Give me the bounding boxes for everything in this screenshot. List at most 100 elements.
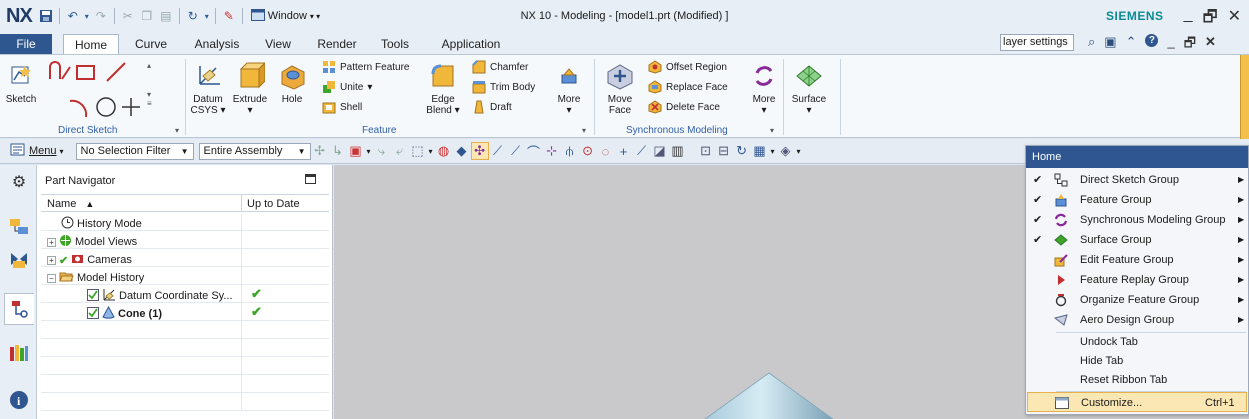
intersection-icon[interactable]: ⊹ — [543, 142, 561, 160]
undo-dropdown-icon[interactable]: ▾ — [84, 8, 90, 24]
visibility-checkbox[interactable] — [87, 288, 99, 304]
reuse-library-icon[interactable] — [8, 341, 30, 363]
tree-row[interactable]: + Model Views — [41, 231, 329, 249]
menu-item-reset-ribbon-tab[interactable]: Reset Ribbon Tab — [1026, 370, 1248, 390]
undo-icon[interactable]: ↶ — [65, 8, 81, 24]
chamfer-button[interactable]: Chamfer — [472, 58, 528, 76]
tab-analysis[interactable]: Analysis — [188, 34, 246, 54]
minimize-icon[interactable]: _ — [1184, 6, 1193, 33]
profile-icon[interactable] — [48, 61, 74, 83]
extrude-button[interactable]: Extrude ▾ — [230, 61, 270, 116]
sync-more-button[interactable]: More ▾ — [748, 61, 780, 116]
repeat-command-icon[interactable]: ↻ — [185, 8, 201, 24]
select-all-icon[interactable]: ◍ — [435, 142, 453, 160]
copy-icon[interactable]: ❐ — [139, 8, 155, 24]
feature-more-button[interactable]: More ▾ — [552, 61, 586, 116]
redo-icon[interactable]: ↷ — [93, 8, 109, 24]
menu-item-synchronous-modeling-group[interactable]: ✔ Synchronous Modeling Group ▶ — [1026, 210, 1248, 230]
chevron-down-icon[interactable]: ▾ — [365, 142, 373, 160]
close-icon[interactable]: ✕ — [1205, 34, 1216, 56]
end-point-icon[interactable]: ⟋ — [489, 142, 507, 160]
tree-row[interactable]: History Mode — [41, 213, 329, 231]
pattern-feature-button[interactable]: Pattern Feature — [322, 58, 409, 76]
offset-region-button[interactable]: Offset Region — [648, 58, 727, 76]
column-divider[interactable] — [241, 195, 242, 212]
general-selection-icon[interactable]: ✢ — [311, 142, 329, 160]
menu-button[interactable]: Menu ▾ — [10, 143, 64, 160]
orient-view-icon[interactable]: ▦ — [751, 142, 769, 160]
unite-button[interactable]: Unite ▾ — [322, 78, 372, 96]
control-point-icon[interactable]: ⫛ — [561, 142, 579, 160]
point-icon[interactable] — [119, 95, 143, 119]
edge-blend-button[interactable]: Edge Blend ▾ — [426, 61, 460, 116]
column-header-up-to-date[interactable]: Up to Date — [247, 198, 300, 210]
mid-point-icon[interactable]: ⟋ — [507, 142, 525, 160]
shell-button[interactable]: Shell — [322, 98, 362, 116]
settings-icon[interactable]: ⚙ — [8, 171, 30, 193]
collapse-icon[interactable]: − — [47, 273, 56, 283]
select-downstream-icon[interactable]: ⤶ — [391, 142, 409, 160]
quadrant-icon[interactable]: ◌ — [597, 142, 615, 160]
search-icon[interactable]: ⌕ — [1088, 34, 1095, 56]
tab-curve[interactable]: Curve — [127, 34, 175, 54]
paste-icon[interactable]: ▤ — [158, 8, 174, 24]
assembly-navigator-icon[interactable] — [8, 215, 30, 237]
menu-item-aero-design-group[interactable]: Aero Design Group ▶ — [1026, 310, 1248, 330]
selection-filter-dropdown[interactable]: No Selection Filter ▼ — [75, 142, 194, 160]
snap-point-icon[interactable]: ✣ — [470, 142, 489, 160]
close-icon[interactable]: ✕ — [1228, 6, 1241, 33]
existing-point-icon[interactable]: + — [615, 142, 633, 160]
tree-row[interactable]: Datum Coordinate Sy... ✔ — [41, 285, 329, 303]
circle-icon[interactable] — [94, 95, 118, 119]
menu-item-edit-feature-group[interactable]: Edit Feature Group ▶ — [1026, 250, 1248, 270]
rectangle-select-icon[interactable]: ⬚ — [409, 142, 427, 160]
restore-icon[interactable]: 🗗 — [1184, 34, 1196, 56]
gallery-scroll-down-icon[interactable]: ▾ — [147, 90, 151, 99]
ribbon-options-icon[interactable]: ▣ — [1104, 34, 1116, 56]
type-filter-icon[interactable]: ▣ — [347, 142, 365, 160]
expand-icon[interactable]: + — [47, 237, 56, 247]
save-icon[interactable] — [38, 8, 54, 24]
window-menu[interactable]: Window ▾ ▾ — [250, 8, 320, 24]
trim-body-button[interactable]: Trim Body — [472, 78, 535, 96]
select-upstream-icon[interactable]: ⤷ — [373, 142, 391, 160]
tab-file[interactable]: File — [0, 34, 52, 54]
hole-button[interactable]: Hole — [274, 61, 310, 105]
datum-csys-button[interactable]: Datum CSYS ▾ — [188, 61, 228, 116]
menu-item-organize-feature-group[interactable]: Organize Feature Group ▶ — [1026, 290, 1248, 310]
menu-item-customize[interactable]: Customize... Ctrl+1 — [1027, 392, 1247, 412]
zoom-icon[interactable]: ⊟ — [715, 142, 733, 160]
delete-face-button[interactable]: Delete Face — [648, 98, 720, 116]
ribbon-overflow-handle[interactable] — [1240, 55, 1249, 139]
curve-point-icon[interactable]: ⌒ — [525, 142, 543, 160]
restore-panel-icon[interactable] — [305, 174, 316, 184]
command-finder-input[interactable]: layer settings — [1000, 34, 1074, 51]
cut-icon[interactable]: ✂ — [120, 8, 136, 24]
surface-button[interactable]: Surface ▾ — [787, 61, 831, 116]
visibility-checkbox[interactable] — [87, 306, 99, 322]
menu-item-surface-group[interactable]: ✔ Surface Group ▶ — [1026, 230, 1248, 250]
line-icon[interactable] — [105, 61, 127, 83]
feature-selection-icon[interactable]: ↳ — [329, 142, 347, 160]
point-on-face-icon[interactable]: ◪ — [651, 142, 669, 160]
minimize-icon[interactable]: _ — [1167, 34, 1174, 56]
menu-item-direct-sketch-group[interactable]: ✔ Direct Sketch Group ▶ — [1026, 170, 1248, 190]
menu-item-hide-tab[interactable]: Hide Tab — [1026, 351, 1248, 371]
render-style-icon[interactable]: ◈ — [777, 142, 795, 160]
part-navigator-icon[interactable] — [4, 293, 34, 325]
tree-row[interactable]: − Model History — [41, 267, 329, 285]
replace-face-button[interactable]: Replace Face — [648, 78, 728, 96]
group-options-icon[interactable]: ▾ — [175, 126, 179, 135]
help-icon[interactable]: ? — [1145, 34, 1159, 47]
tree-row[interactable]: Cone (1) ✔ — [41, 303, 329, 321]
repeat-dropdown-icon[interactable]: ▾ — [204, 8, 210, 24]
column-header-name[interactable]: Name ▲ — [47, 198, 94, 210]
tab-tools[interactable]: Tools — [373, 34, 417, 54]
restore-icon[interactable]: 🗗 — [1203, 6, 1218, 33]
sketch-button[interactable]: Sketch — [4, 61, 38, 105]
gallery-expand-icon[interactable]: ≡ — [147, 99, 152, 108]
rectangle-icon[interactable] — [75, 63, 97, 81]
tab-application[interactable]: Application — [435, 34, 507, 54]
collapse-ribbon-icon[interactable]: ⌃ — [1126, 34, 1137, 56]
constraint-navigator-icon[interactable] — [8, 248, 30, 270]
